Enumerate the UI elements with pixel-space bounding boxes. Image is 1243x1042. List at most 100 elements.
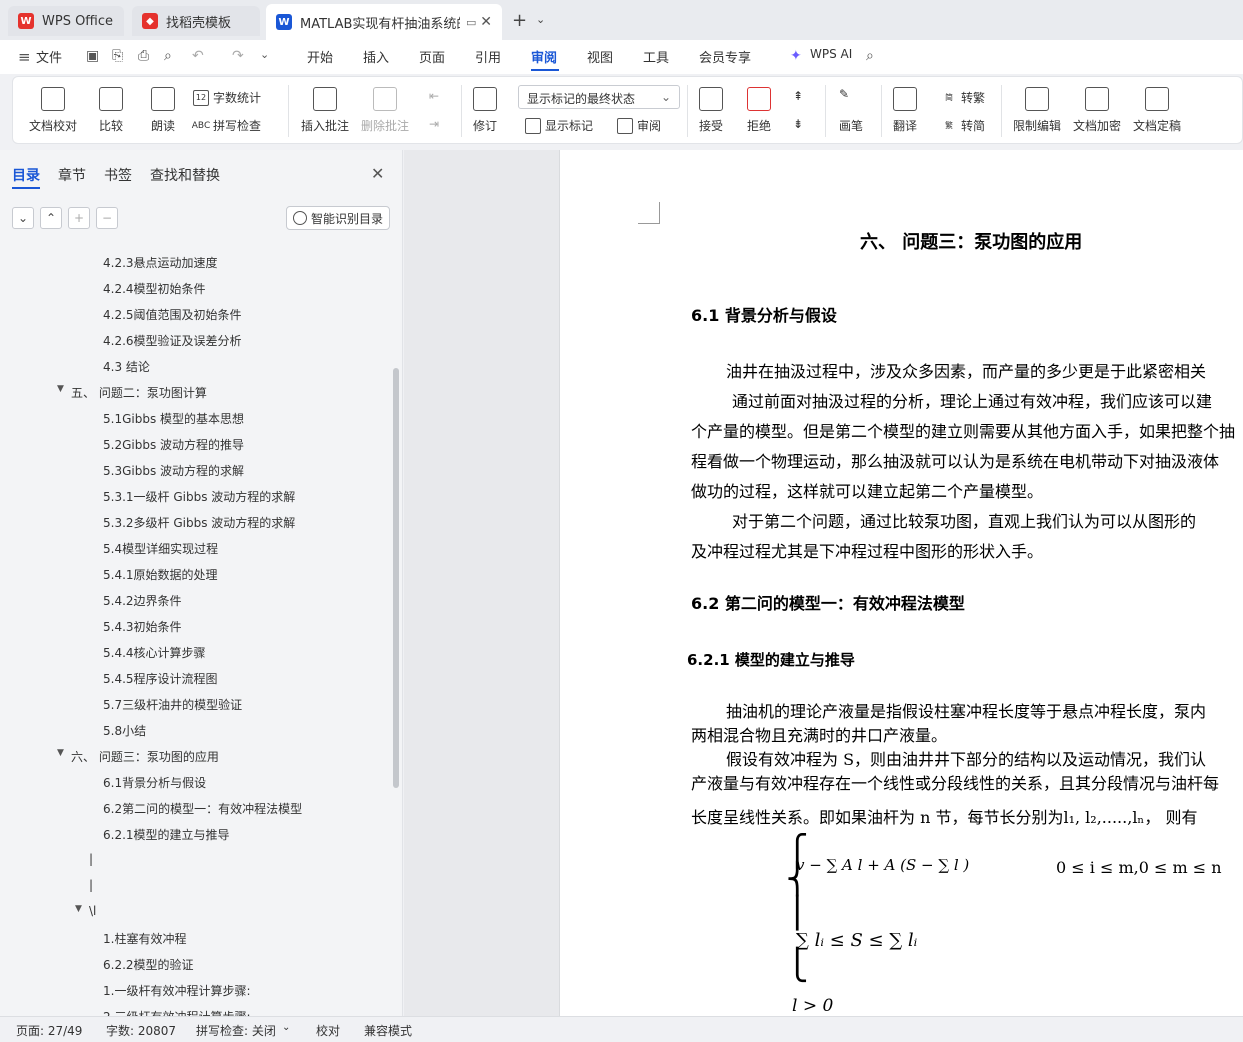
- toc-item[interactable]: 4.2.6模型验证及误差分析: [103, 332, 242, 349]
- toc-item[interactable]: 1.柱塞有效冲程: [103, 930, 186, 947]
- nav-tab-toc[interactable]: 目录: [12, 165, 40, 185]
- menu-start[interactable]: 开始: [307, 47, 333, 66]
- toc-item[interactable]: ▼ 六、 问题三：泵功图的应用: [57, 748, 219, 765]
- toc-item[interactable]: 5.4.1原始数据的处理: [103, 566, 218, 583]
- menu-page[interactable]: 页面: [419, 47, 445, 66]
- markup-mode-select[interactable]: 显示标记的最终状态 ⌄: [518, 85, 680, 109]
- toc-item[interactable]: 6.2.1模型的建立与推导: [103, 826, 230, 843]
- doc-finalize-button[interactable]: 文档定稿: [1133, 87, 1181, 134]
- close-tab-icon[interactable]: ✕: [480, 14, 492, 30]
- toc-item[interactable]: 5.1Gibbs 模型的基本思想: [103, 410, 244, 427]
- nav-tab-bookmark[interactable]: 书签: [104, 165, 132, 185]
- revise-button[interactable]: 修订: [473, 87, 497, 134]
- toc-item[interactable]: 5.4.3初始条件: [103, 618, 182, 635]
- add-heading-button[interactable]: +: [68, 207, 90, 229]
- collapse-all-button[interactable]: ⌃: [40, 207, 62, 229]
- toc-item[interactable]: |: [89, 878, 93, 892]
- save-icon[interactable]: ▣: [86, 48, 99, 64]
- compare-button[interactable]: 比较: [99, 87, 123, 134]
- undo-icon[interactable]: ↶: [192, 48, 204, 64]
- toc-item[interactable]: 1.一级杆有效冲程计算步骤:: [103, 982, 251, 999]
- tab-document[interactable]: W MATLAB实现有杆抽油系统的… ▭ ✕: [266, 4, 502, 40]
- doc-check-button[interactable]: 文档校对: [29, 87, 77, 134]
- new-tab-button[interactable]: +: [512, 10, 527, 31]
- tab-wps-office[interactable]: W WPS Office: [8, 6, 124, 36]
- nav-tab-chapter[interactable]: 章节: [58, 165, 86, 185]
- toc-item[interactable]: 5.4.4核心计算步骤: [103, 644, 206, 661]
- hamburger-icon[interactable]: ≡: [18, 48, 31, 66]
- word-count-indicator[interactable]: 字数: 20807: [106, 1022, 176, 1039]
- chevron-down-icon[interactable]: ⌄: [282, 1022, 290, 1033]
- translate-button[interactable]: 翻译: [893, 87, 917, 134]
- toc-item[interactable]: 5.4.5程序设计流程图: [103, 670, 218, 687]
- toc-scrollbar[interactable]: [393, 368, 399, 788]
- prev-comment-icon[interactable]: ⇤: [429, 89, 439, 103]
- toc-item[interactable]: 5.4.2边界条件: [103, 592, 182, 609]
- toc-item[interactable]: 6.2第二问的模型一：有效冲程法模型: [103, 800, 302, 817]
- review-pane-button[interactable]: 审阅: [617, 117, 661, 134]
- to-simplified-button[interactable]: 繁 转简: [941, 117, 985, 134]
- toc-item[interactable]: 5.4模型详细实现过程: [103, 540, 218, 557]
- expand-all-button[interactable]: ⌄: [12, 207, 34, 229]
- expand-arrow-icon[interactable]: ▼: [57, 384, 64, 394]
- toc-item[interactable]: 5.3.1一级杆 Gibbs 波动方程的求解: [103, 488, 295, 505]
- print-preview-icon[interactable]: ⌕: [164, 48, 172, 64]
- toc-item[interactable]: ▼ \l: [75, 904, 96, 918]
- next-change-icon[interactable]: ⇟: [793, 117, 803, 131]
- close-icon[interactable]: ✕: [371, 164, 384, 183]
- nav-tab-find-replace[interactable]: 查找和替换: [150, 165, 220, 185]
- chevron-down-icon[interactable]: ⌄: [536, 13, 545, 26]
- toc-item[interactable]: |: [89, 852, 93, 866]
- toc-item[interactable]: 2.三级杆有效冲程计算步骤:: [103, 1008, 251, 1016]
- toc-item[interactable]: 5.3.2多级杆 Gibbs 波动方程的求解: [103, 514, 295, 531]
- toc-item[interactable]: 4.2.3悬点运动加速度: [103, 254, 218, 271]
- expand-arrow-icon[interactable]: ▼: [57, 748, 64, 758]
- menu-review[interactable]: 审阅: [531, 47, 557, 66]
- word-count-button[interactable]: 12 字数统计: [193, 89, 261, 106]
- toc-item[interactable]: 5.7三级杆油井的模型验证: [103, 696, 242, 713]
- toc-item[interactable]: 5.8小结: [103, 722, 146, 739]
- menu-wps-ai[interactable]: WPS AI: [810, 47, 852, 61]
- doc-encrypt-button[interactable]: 文档加密: [1073, 87, 1121, 134]
- toc-item[interactable]: 6.2.2模型的验证: [103, 956, 194, 973]
- proofread-status[interactable]: 校对: [316, 1022, 340, 1039]
- more-chevron-icon[interactable]: ⌄: [260, 48, 269, 61]
- menu-member[interactable]: 会员专享: [699, 47, 751, 66]
- redo-icon[interactable]: ↷: [232, 48, 244, 64]
- spell-check-button[interactable]: ABC 拼写检查: [192, 117, 261, 134]
- toc-item[interactable]: 4.3 结论: [103, 358, 150, 375]
- toc-item[interactable]: 4.2.4模型初始条件: [103, 280, 206, 297]
- pen-button[interactable]: ✎ 画笔: [839, 87, 863, 134]
- reject-button[interactable]: 拒绝: [747, 87, 771, 134]
- remove-heading-button[interactable]: −: [96, 207, 118, 229]
- toc-item[interactable]: 5.2Gibbs 波动方程的推导: [103, 436, 244, 453]
- expand-arrow-icon[interactable]: ▼: [75, 904, 82, 914]
- next-comment-icon[interactable]: ⇥: [429, 117, 439, 131]
- insert-comment-button[interactable]: 插入批注: [301, 87, 349, 134]
- menu-view[interactable]: 视图: [587, 47, 613, 66]
- smart-toc-button[interactable]: 智能识别目录: [286, 206, 390, 230]
- accept-button[interactable]: 接受: [699, 87, 723, 134]
- export-icon[interactable]: ⎘: [112, 48, 123, 64]
- search-icon[interactable]: ⌕: [866, 48, 874, 64]
- show-markup-button[interactable]: 显示标记: [525, 117, 593, 134]
- print-icon[interactable]: ⎙: [138, 48, 149, 64]
- restrict-edit-button[interactable]: 限制编辑: [1013, 87, 1061, 134]
- page-indicator[interactable]: 页面: 27/49: [16, 1022, 82, 1039]
- toc-item[interactable]: ▼ 五、 问题二：泵功图计算: [57, 384, 207, 401]
- menu-file[interactable]: 文件: [36, 47, 62, 66]
- menu-insert[interactable]: 插入: [363, 47, 389, 66]
- menu-reference[interactable]: 引用: [475, 47, 501, 66]
- spell-check-status[interactable]: 拼写检查: 关闭: [196, 1022, 276, 1039]
- menu-tools[interactable]: 工具: [643, 47, 669, 66]
- delete-comment-button[interactable]: 删除批注: [361, 87, 409, 134]
- prev-change-icon[interactable]: ⇞: [793, 89, 803, 103]
- toc-item[interactable]: 5.3Gibbs 波动方程的求解: [103, 462, 244, 479]
- toc-item[interactable]: 4.2.5阈值范围及初始条件: [103, 306, 242, 323]
- to-traditional-button[interactable]: 简 转繁: [941, 89, 985, 106]
- document-page[interactable]: 六、 问题三：泵功图的应用 6.1 背景分析与假设 油井在抽汲过程中，涉及众多因…: [559, 150, 1243, 1016]
- toc-item[interactable]: 6.1背景分析与假设: [103, 774, 206, 791]
- read-aloud-button[interactable]: 朗读: [151, 87, 175, 134]
- tab-template[interactable]: ◆ 找稻壳模板: [132, 6, 260, 36]
- toc-item-label: 5.4.3初始条件: [103, 620, 182, 634]
